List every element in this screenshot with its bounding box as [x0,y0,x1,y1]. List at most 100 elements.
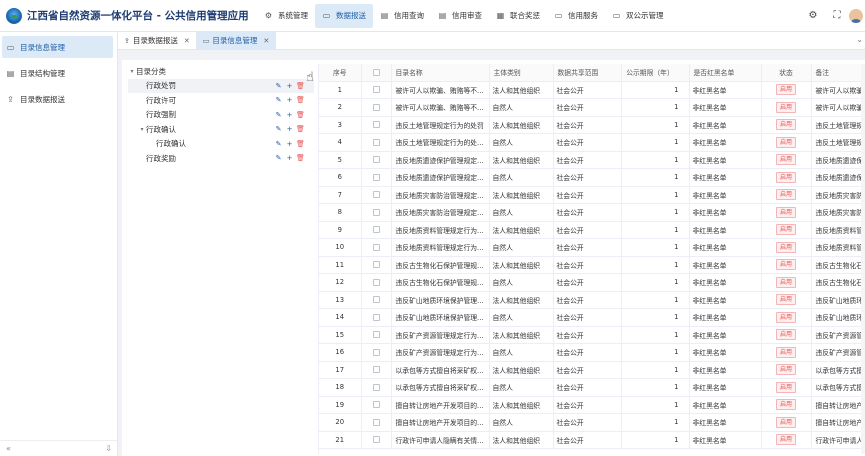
row-checkbox[interactable] [372,261,380,269]
nav-item-4[interactable]: ▦ 联合奖惩 [489,4,547,28]
row-checkbox[interactable] [372,383,380,391]
share-scope: 社会公开 [553,378,622,397]
table-row[interactable]: 13 违反矿山地质环境保护管理... 法人和其他组织 社会公开 1 非红黑名单 启用 违反矿山… [319,291,865,309]
table-row[interactable]: 11 违反古生物化石保护管理规... 法人和其他组织 社会公开 1 非红黑名单 启用 违反古生… [319,256,865,274]
delete-icon[interactable]: 🗑 [295,82,306,90]
table-row[interactable]: 17 以承包等方式擅自将采矿权... 法人和其他组织 社会公开 1 非红黑名单 启用 以承包等… [319,361,865,379]
sidebar-item-2[interactable]: ⇪ 目录数据报送 [2,88,113,110]
row-checkbox[interactable] [372,156,380,164]
close-tab-icon[interactable]: ✕ [184,37,190,45]
row-checkbox[interactable] [372,243,380,251]
tabs-more-icon[interactable]: ⌄ [856,35,863,44]
table-row[interactable]: 1 被许可人以欺骗、贿赂等不... 法人和其他组织 社会公开 1 非红黑名单 启用 被许可人以… [319,81,865,99]
table-row[interactable]: 3 违反土地管理规定行为的处罚 法人和其他组织 社会公开 1 非红黑名单 启用 违反土地管理规 [319,116,865,134]
table-row[interactable]: 7 违反地质灾害防治管理规定... 法人和其他组织 社会公开 1 非红黑名单 启用 违反地质灾… [319,186,865,204]
tab-0[interactable]: ⇪ 目录数据报送 ✕ [118,32,197,49]
catalog-name: 违反地质资料管理规定行为... [391,238,490,257]
nav-item-6[interactable]: ▭ 双公示管理 [605,4,671,28]
row-checkbox[interactable] [372,366,380,374]
table-row[interactable]: 5 违反地质遗迹保护管理规定... 法人和其他组织 社会公开 1 非红黑名单 启用 违反地质遗… [319,151,865,169]
collapse-sidebar-icon[interactable]: « [6,444,11,453]
share-scope: 社会公开 [553,291,622,309]
nav-item-0[interactable]: ⚙ 系统管理 [257,4,315,28]
row-checkbox[interactable] [372,138,380,146]
expand-arrow-icon[interactable]: ▾ [128,68,136,75]
row-checkbox[interactable] [372,173,380,181]
fullscreen-icon[interactable]: ⛶ [830,9,844,23]
tree-node[interactable]: ▾ 行政确认 ✎ + 🗑 [128,122,314,137]
expand-arrow-icon[interactable]: ▾ [138,126,146,133]
tree-node-label: 行政处罚 [146,81,176,91]
row-checkbox[interactable] [372,436,380,444]
pin-icon[interactable]: ⇩ [105,444,112,453]
sidebar-item-0[interactable]: ▭ 目录信息管理 [2,36,113,58]
table-row[interactable]: 10 违反地质资料管理规定行为... 自然人 社会公开 1 非红黑名单 启用 违反地质资料管 [319,238,865,257]
edit-icon[interactable]: ✎ [273,140,284,148]
tree-node[interactable]: 行政强制 ✎ + 🗑 [128,108,314,123]
tree-node[interactable]: 行政处罚 ✎ + 🗑 [128,78,314,93]
settings-icon[interactable]: ⚙ [806,9,820,23]
sidebar-item-1[interactable]: ▤ 目录结构管理 [2,62,113,84]
row-checkbox[interactable] [372,103,380,111]
tree-root[interactable]: ▾ 目录分类 [128,64,314,79]
nav-item-3[interactable]: ▤ 信用审查 [431,4,489,28]
row-checkbox[interactable] [372,313,380,321]
delete-icon[interactable]: 🗑 [295,154,306,162]
table-row[interactable]: 6 违反地质遗迹保护管理规定... 自然人 社会公开 1 非红黑名单 启用 违反地质遗迹保 [319,168,865,187]
status-cell: 启用 [761,413,812,432]
row-checkbox[interactable] [372,348,380,356]
tree-node[interactable]: 行政确认 ✎ + 🗑 [128,137,314,152]
row-checkbox[interactable] [372,208,380,216]
row-checkbox[interactable] [372,191,380,199]
row-checkbox[interactable] [372,86,380,94]
nav-item-1[interactable]: ▭ 数据报送 [315,3,373,28]
table-scrollbar[interactable] [861,64,865,454]
table-row[interactable]: 18 以承包等方式擅自将采矿权... 自然人 社会公开 1 非红黑名单 启用 以承包等方式擅 [319,378,865,397]
add-icon[interactable]: + [284,125,295,133]
row-checkbox[interactable] [372,226,380,234]
table-row[interactable]: 15 违反矿产资源管理规定行为... 法人和其他组织 社会公开 1 非红黑名单 启用 违反矿产… [319,326,865,344]
col-checkbox-header[interactable] [361,64,392,82]
delete-icon[interactable]: 🗑 [295,96,306,104]
table-row[interactable]: 4 违反土地管理规定行为的处... 自然人 社会公开 1 非红黑名单 启用 违反土地管理规 [319,133,865,152]
row-checkbox[interactable] [372,278,380,286]
catalog-name: 违反土地管理规定行为的处... [391,133,490,152]
edit-icon[interactable]: ✎ [273,154,284,162]
tree-node[interactable]: 行政许可 ✎ + 🗑 [128,93,314,108]
row-checkbox[interactable] [372,418,380,426]
row-checkbox[interactable] [372,121,380,129]
add-icon[interactable]: + [284,111,295,119]
sidebar-footer: « ⇩ [0,440,118,456]
add-icon[interactable]: + [284,82,295,90]
add-icon[interactable]: + [284,140,295,148]
row-checkbox[interactable] [372,296,380,304]
nav-item-5[interactable]: ▭ 信用服务 [547,4,605,28]
status-badge: 启用 [775,189,796,201]
add-icon[interactable]: + [284,154,295,162]
add-icon[interactable]: + [284,96,295,104]
edit-icon[interactable]: ✎ [273,111,284,119]
edit-icon[interactable]: ✎ [273,82,284,90]
row-checkbox[interactable] [372,401,380,409]
edit-icon[interactable]: ✎ [273,96,284,104]
select-all-checkbox[interactable] [372,68,380,76]
row-checkbox[interactable] [372,331,380,339]
delete-icon[interactable]: 🗑 [295,125,306,133]
table-row[interactable]: 14 违反矿山地质环境保护管理... 自然人 社会公开 1 非红黑名单 启用 违反矿山地质环 [319,308,865,327]
delete-icon[interactable]: 🗑 [295,111,306,119]
table-row[interactable]: 19 擅自转让房地产开发项目的... 法人和其他组织 社会公开 1 非红黑名单 启用 擅自转让… [319,396,865,414]
nav-item-2[interactable]: ▤ 信用查询 [373,4,431,28]
tab-1[interactable]: ▭ 目录信息管理 ✕ [196,32,277,49]
table-row[interactable]: 12 违反古生物化石保护管理规... 自然人 社会公开 1 非红黑名单 启用 违反古生物化石 [319,273,865,292]
table-row[interactable]: 8 违反地质灾害防治管理规定... 自然人 社会公开 1 非红黑名单 启用 违反地质灾害防 [319,203,865,222]
table-row[interactable]: 9 违反地质资料管理规定行为... 法人和其他组织 社会公开 1 非红黑名单 启用 违反地质资… [319,221,865,239]
table-row[interactable]: 21 行政许可申请人隐瞒有关情... 法人和其他组织 社会公开 1 非红黑名单 启用 行政许可… [319,431,865,449]
delete-icon[interactable]: 🗑 [295,140,306,148]
table-row[interactable]: 16 违反矿产资源管理规定行为... 自然人 社会公开 1 非红黑名单 启用 违反矿产资源管 [319,343,865,362]
edit-icon[interactable]: ✎ [273,125,284,133]
avatar[interactable] [849,9,863,23]
tree-node[interactable]: 行政奖励 ✎ + 🗑 [128,151,314,166]
table-row[interactable]: 2 被许可人以欺骗、贿赂等不... 自然人 社会公开 1 非红黑名单 启用 被许可人以欺骗 [319,98,865,117]
close-tab-icon[interactable]: ✕ [263,37,269,45]
table-row[interactable]: 20 擅自转让房地产开发项目的... 自然人 社会公开 1 非红黑名单 启用 擅自转让房地产 [319,413,865,432]
